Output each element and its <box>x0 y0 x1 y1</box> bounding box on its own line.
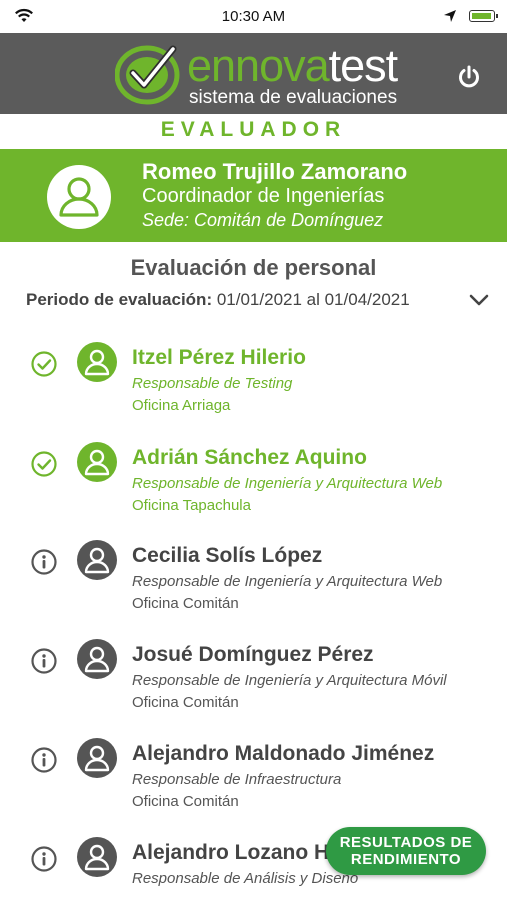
employee-name: Adrián Sánchez Aquino <box>132 446 367 469</box>
person-icon <box>84 646 110 673</box>
check-circle-icon <box>31 351 57 377</box>
battery-icon <box>469 10 498 22</box>
employee-avatar <box>77 738 117 778</box>
ennovatest-logo: ennovatest sistema de evaluaciones <box>115 41 415 111</box>
chevron-down-icon[interactable] <box>468 289 490 311</box>
period-value: 01/01/2021 al 01/04/2021 <box>216 290 410 309</box>
logo-tagline: sistema de evaluaciones <box>189 87 398 108</box>
results-button-line2: RENDIMIENTO <box>350 851 462 868</box>
person-icon <box>84 349 110 376</box>
user-title: Coordinador de Ingenierías <box>142 185 385 207</box>
logo-wordmark: ennovatest <box>187 40 399 91</box>
employee-avatar <box>77 342 117 382</box>
employee-avatar <box>77 837 117 877</box>
role-label: EVALUADOR <box>160 118 347 141</box>
user-profile-band: Romeo Trujillo Zamorano Coordinador de I… <box>0 149 507 242</box>
info-circle-icon <box>31 549 57 575</box>
employee-role: Responsable de Ingeniería y Arquitectura… <box>132 573 443 590</box>
employee-role: Responsable de Testing <box>132 375 293 392</box>
employee-row[interactable]: Cecilia Solís López Responsable de Ingen… <box>0 528 507 626</box>
employee-name: Alejandro Maldonado Jiménez <box>132 742 435 765</box>
employee-office: Oficina Comitán <box>132 595 239 612</box>
employee-name: Itzel Pérez Hilerio <box>132 346 306 369</box>
employee-role: Responsable de Ingeniería y Arquitectura… <box>132 475 443 492</box>
employee-name: Josué Domínguez Pérez <box>132 643 374 666</box>
info-circle-icon <box>31 648 57 674</box>
employee-office: Oficina Comitán <box>132 694 239 711</box>
logo-check-icon <box>115 45 180 105</box>
person-icon <box>84 844 110 871</box>
employee-name: Cecilia Solís López <box>132 544 323 567</box>
employee-name: Alejandro Lozano Hi <box>132 841 336 864</box>
period-label: Periodo de evaluación: <box>26 290 213 309</box>
logo-word-ennova: ennova <box>187 40 330 91</box>
info-circle-icon <box>31 846 57 872</box>
employee-avatar <box>77 639 117 679</box>
status-bar: 10:30 AM <box>0 0 507 33</box>
employee-office: Oficina Tapachula <box>132 497 251 514</box>
person-icon <box>84 745 110 772</box>
user-avatar-icon <box>59 177 99 217</box>
employee-role: Responsable de Ingeniería y Arquitectura… <box>132 672 447 689</box>
status-time: 10:30 AM <box>221 8 286 25</box>
check-circle-icon <box>31 451 57 477</box>
employee-avatar <box>77 442 117 482</box>
info-circle-icon <box>31 747 57 773</box>
app-header: ennovatest sistema de evaluaciones <box>0 33 507 114</box>
employee-role: Responsable de Análisis y Diseño <box>132 870 359 887</box>
employee-role: Responsable de Infraestructura <box>132 771 342 788</box>
section-title: Evaluación de personal <box>130 255 377 280</box>
person-icon <box>84 449 110 476</box>
employee-office: Oficina Comitán <box>132 793 239 810</box>
user-name: Romeo Trujillo Zamorano <box>142 159 408 184</box>
location-arrow-icon <box>444 10 456 22</box>
logo-word-test: test <box>328 40 399 91</box>
power-icon[interactable] <box>456 64 482 90</box>
results-button[interactable]: RESULTADOS DE RENDIMIENTO <box>326 827 486 875</box>
user-avatar <box>47 165 111 229</box>
employee-row[interactable]: Alejandro Maldonado Jiménez Responsable … <box>0 726 507 824</box>
person-icon <box>84 547 110 574</box>
employee-row[interactable]: Itzel Pérez Hilerio Responsable de Testi… <box>0 330 507 428</box>
user-site: Sede: Comitán de Domínguez <box>142 210 384 230</box>
evaluation-period: Periodo de evaluación: 01/01/2021 al 01/… <box>26 290 410 310</box>
employee-row[interactable]: Adrián Sánchez Aquino Responsable de Ing… <box>0 430 507 528</box>
results-button-line1: RESULTADOS DE <box>339 834 473 851</box>
employee-office: Oficina Arriaga <box>132 397 231 414</box>
employee-row[interactable]: Josué Domínguez Pérez Responsable de Ing… <box>0 627 507 725</box>
employee-avatar <box>77 540 117 580</box>
